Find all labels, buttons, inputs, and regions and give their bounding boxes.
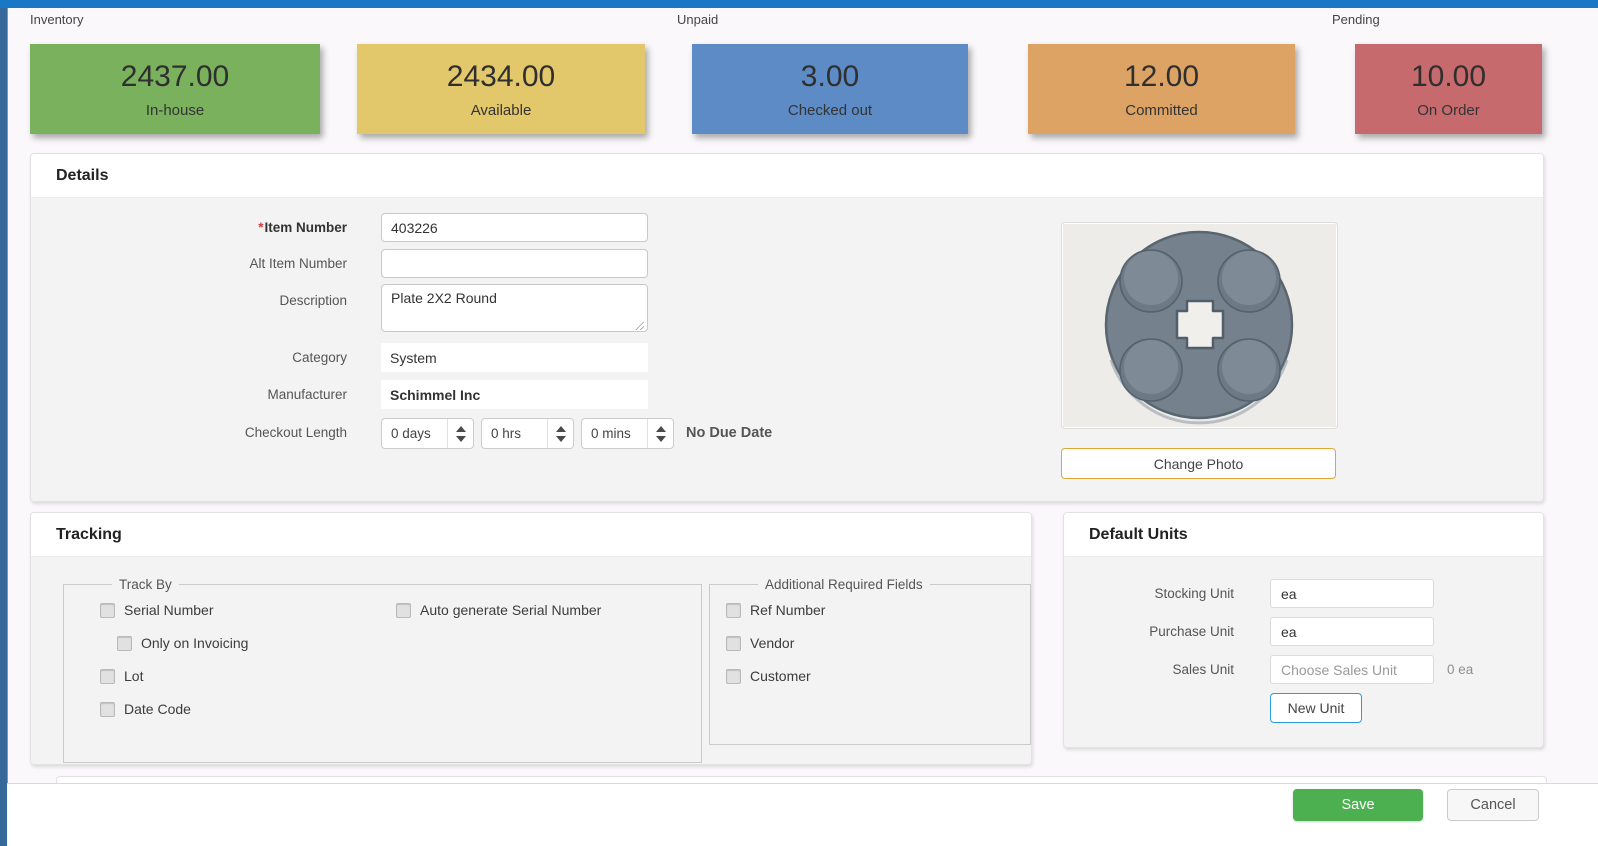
stat-card-checked-out: 3.00 Checked out (692, 44, 968, 134)
stat-value: 2437.00 (121, 60, 229, 94)
alt-item-number-label: Alt Item Number (31, 256, 347, 271)
stocking-unit-label: Stocking Unit (1064, 579, 1234, 608)
ref-number-checkbox[interactable] (726, 603, 741, 618)
checkbox-label: Ref Number (750, 602, 825, 618)
stat-value: 12.00 (1124, 60, 1199, 94)
no-due-date-text: No Due Date (686, 425, 772, 441)
checkbox-row-ref-number[interactable]: Ref Number (726, 600, 825, 620)
stat-card-in-house: 2437.00 In-house (30, 44, 320, 134)
default-units-panel: Default Units Stocking Unit Purchase Uni… (1063, 512, 1544, 748)
details-panel: Details *Item Number Alt Item Number Des… (30, 153, 1544, 502)
top-accent-bar (0, 0, 1598, 8)
checkout-days-spinner[interactable]: 0 days (381, 418, 474, 449)
additional-required-legend: Additional Required Fields (758, 577, 930, 592)
checkout-minutes-value[interactable]: 0 mins (582, 419, 647, 448)
stat-card-available: 2434.00 Available (357, 44, 645, 134)
stat-card-committed: 12.00 Committed (1028, 44, 1295, 134)
track-by-legend: Track By (112, 577, 179, 592)
sales-unit-input[interactable] (1270, 655, 1434, 684)
stat-label: In-house (146, 102, 204, 119)
stat-label: Available (471, 102, 532, 119)
inventory-item-page: Inventory Unpaid Pending 2437.00 In-hous… (0, 0, 1598, 846)
checkbox-row-only-on-invoicing[interactable]: Only on Invoicing (117, 633, 248, 653)
stocking-unit-input[interactable] (1270, 579, 1434, 608)
auto-generate-serial-checkbox[interactable] (396, 603, 411, 618)
customer-checkbox[interactable] (726, 669, 741, 684)
sales-unit-label: Sales Unit (1064, 655, 1234, 684)
date-code-checkbox[interactable] (100, 702, 115, 717)
stat-value: 3.00 (801, 60, 859, 94)
checkbox-label: Auto generate Serial Number (420, 602, 601, 618)
checkbox-label: Only on Invoicing (141, 635, 248, 651)
step-down-icon[interactable] (556, 436, 566, 442)
purchase-unit-label: Purchase Unit (1064, 617, 1234, 646)
group-label-pending: Pending (1332, 12, 1380, 27)
checkbox-row-date-code[interactable]: Date Code (100, 699, 191, 719)
checkout-days-value[interactable]: 0 days (382, 419, 447, 448)
stat-label: Checked out (788, 102, 872, 119)
tracking-title: Tracking (56, 526, 122, 544)
alt-item-number-input[interactable] (381, 249, 648, 278)
additional-required-fieldset: Additional Required Fields Ref Number Ve… (709, 577, 1031, 745)
checkout-hours-value[interactable]: 0 hrs (482, 419, 547, 448)
purchase-unit-input[interactable] (1270, 617, 1434, 646)
tracking-panel: Tracking Track By Serial Number Auto gen… (30, 512, 1032, 765)
checkbox-label: Date Code (124, 701, 191, 717)
manufacturer-input[interactable] (381, 380, 648, 409)
stat-value: 2434.00 (447, 60, 555, 94)
save-button[interactable]: Save (1293, 789, 1423, 821)
checkout-minutes-spinner[interactable]: 0 mins (581, 418, 674, 449)
stat-label: Committed (1125, 102, 1198, 119)
default-units-panel-header: Default Units (1064, 513, 1543, 557)
step-down-icon[interactable] (656, 436, 666, 442)
checkbox-row-serial-number[interactable]: Serial Number (100, 600, 213, 620)
checkbox-row-customer[interactable]: Customer (726, 666, 811, 686)
group-label-inventory: Inventory (30, 12, 83, 27)
item-number-label: *Item Number (31, 220, 347, 235)
checkout-hours-spinner[interactable]: 0 hrs (481, 418, 574, 449)
step-up-icon[interactable] (656, 426, 666, 432)
checkout-hours-stepper[interactable] (547, 419, 573, 448)
checkbox-label: Serial Number (124, 602, 213, 618)
cancel-button[interactable]: Cancel (1447, 789, 1539, 821)
group-label-unpaid: Unpaid (677, 12, 718, 27)
default-units-title: Default Units (1089, 526, 1188, 544)
checkout-length-label: Checkout Length (31, 425, 347, 440)
vendor-checkbox[interactable] (726, 636, 741, 651)
checkout-minutes-stepper[interactable] (647, 419, 673, 448)
category-input[interactable] (381, 343, 648, 372)
item-number-input[interactable] (381, 213, 648, 242)
serial-number-checkbox[interactable] (100, 603, 115, 618)
manufacturer-label: Manufacturer (31, 387, 347, 402)
change-photo-button[interactable]: Change Photo (1061, 448, 1336, 479)
checkbox-label: Lot (124, 668, 143, 684)
checkbox-row-vendor[interactable]: Vendor (726, 633, 794, 653)
checkbox-row-auto-generate[interactable]: Auto generate Serial Number (396, 600, 601, 620)
checkout-days-stepper[interactable] (447, 419, 473, 448)
track-by-fieldset: Track By Serial Number Auto generate Ser… (63, 577, 702, 763)
checkbox-label: Customer (750, 668, 811, 684)
new-unit-button[interactable]: New Unit (1270, 693, 1362, 723)
required-asterisk: * (258, 220, 263, 235)
details-panel-header: Details (31, 154, 1543, 198)
stat-label: On Order (1417, 102, 1480, 119)
only-on-invoicing-checkbox[interactable] (117, 636, 132, 651)
checkbox-label: Vendor (750, 635, 794, 651)
checkbox-row-lot[interactable]: Lot (100, 666, 143, 686)
stat-value: 10.00 (1411, 60, 1486, 94)
left-accent-bar (0, 8, 8, 846)
category-label: Category (31, 350, 347, 365)
stat-card-on-order: 10.00 On Order (1355, 44, 1542, 134)
step-up-icon[interactable] (456, 426, 466, 432)
details-title: Details (56, 167, 108, 185)
description-label: Description (31, 293, 347, 308)
lego-plate-image (1063, 224, 1336, 427)
step-up-icon[interactable] (556, 426, 566, 432)
lot-checkbox[interactable] (100, 669, 115, 684)
description-textarea[interactable]: Plate 2X2 Round (381, 284, 648, 332)
item-photo (1061, 222, 1338, 429)
sales-unit-suffix: 0 ea (1447, 655, 1473, 684)
step-down-icon[interactable] (456, 436, 466, 442)
tracking-panel-header: Tracking (31, 513, 1031, 557)
